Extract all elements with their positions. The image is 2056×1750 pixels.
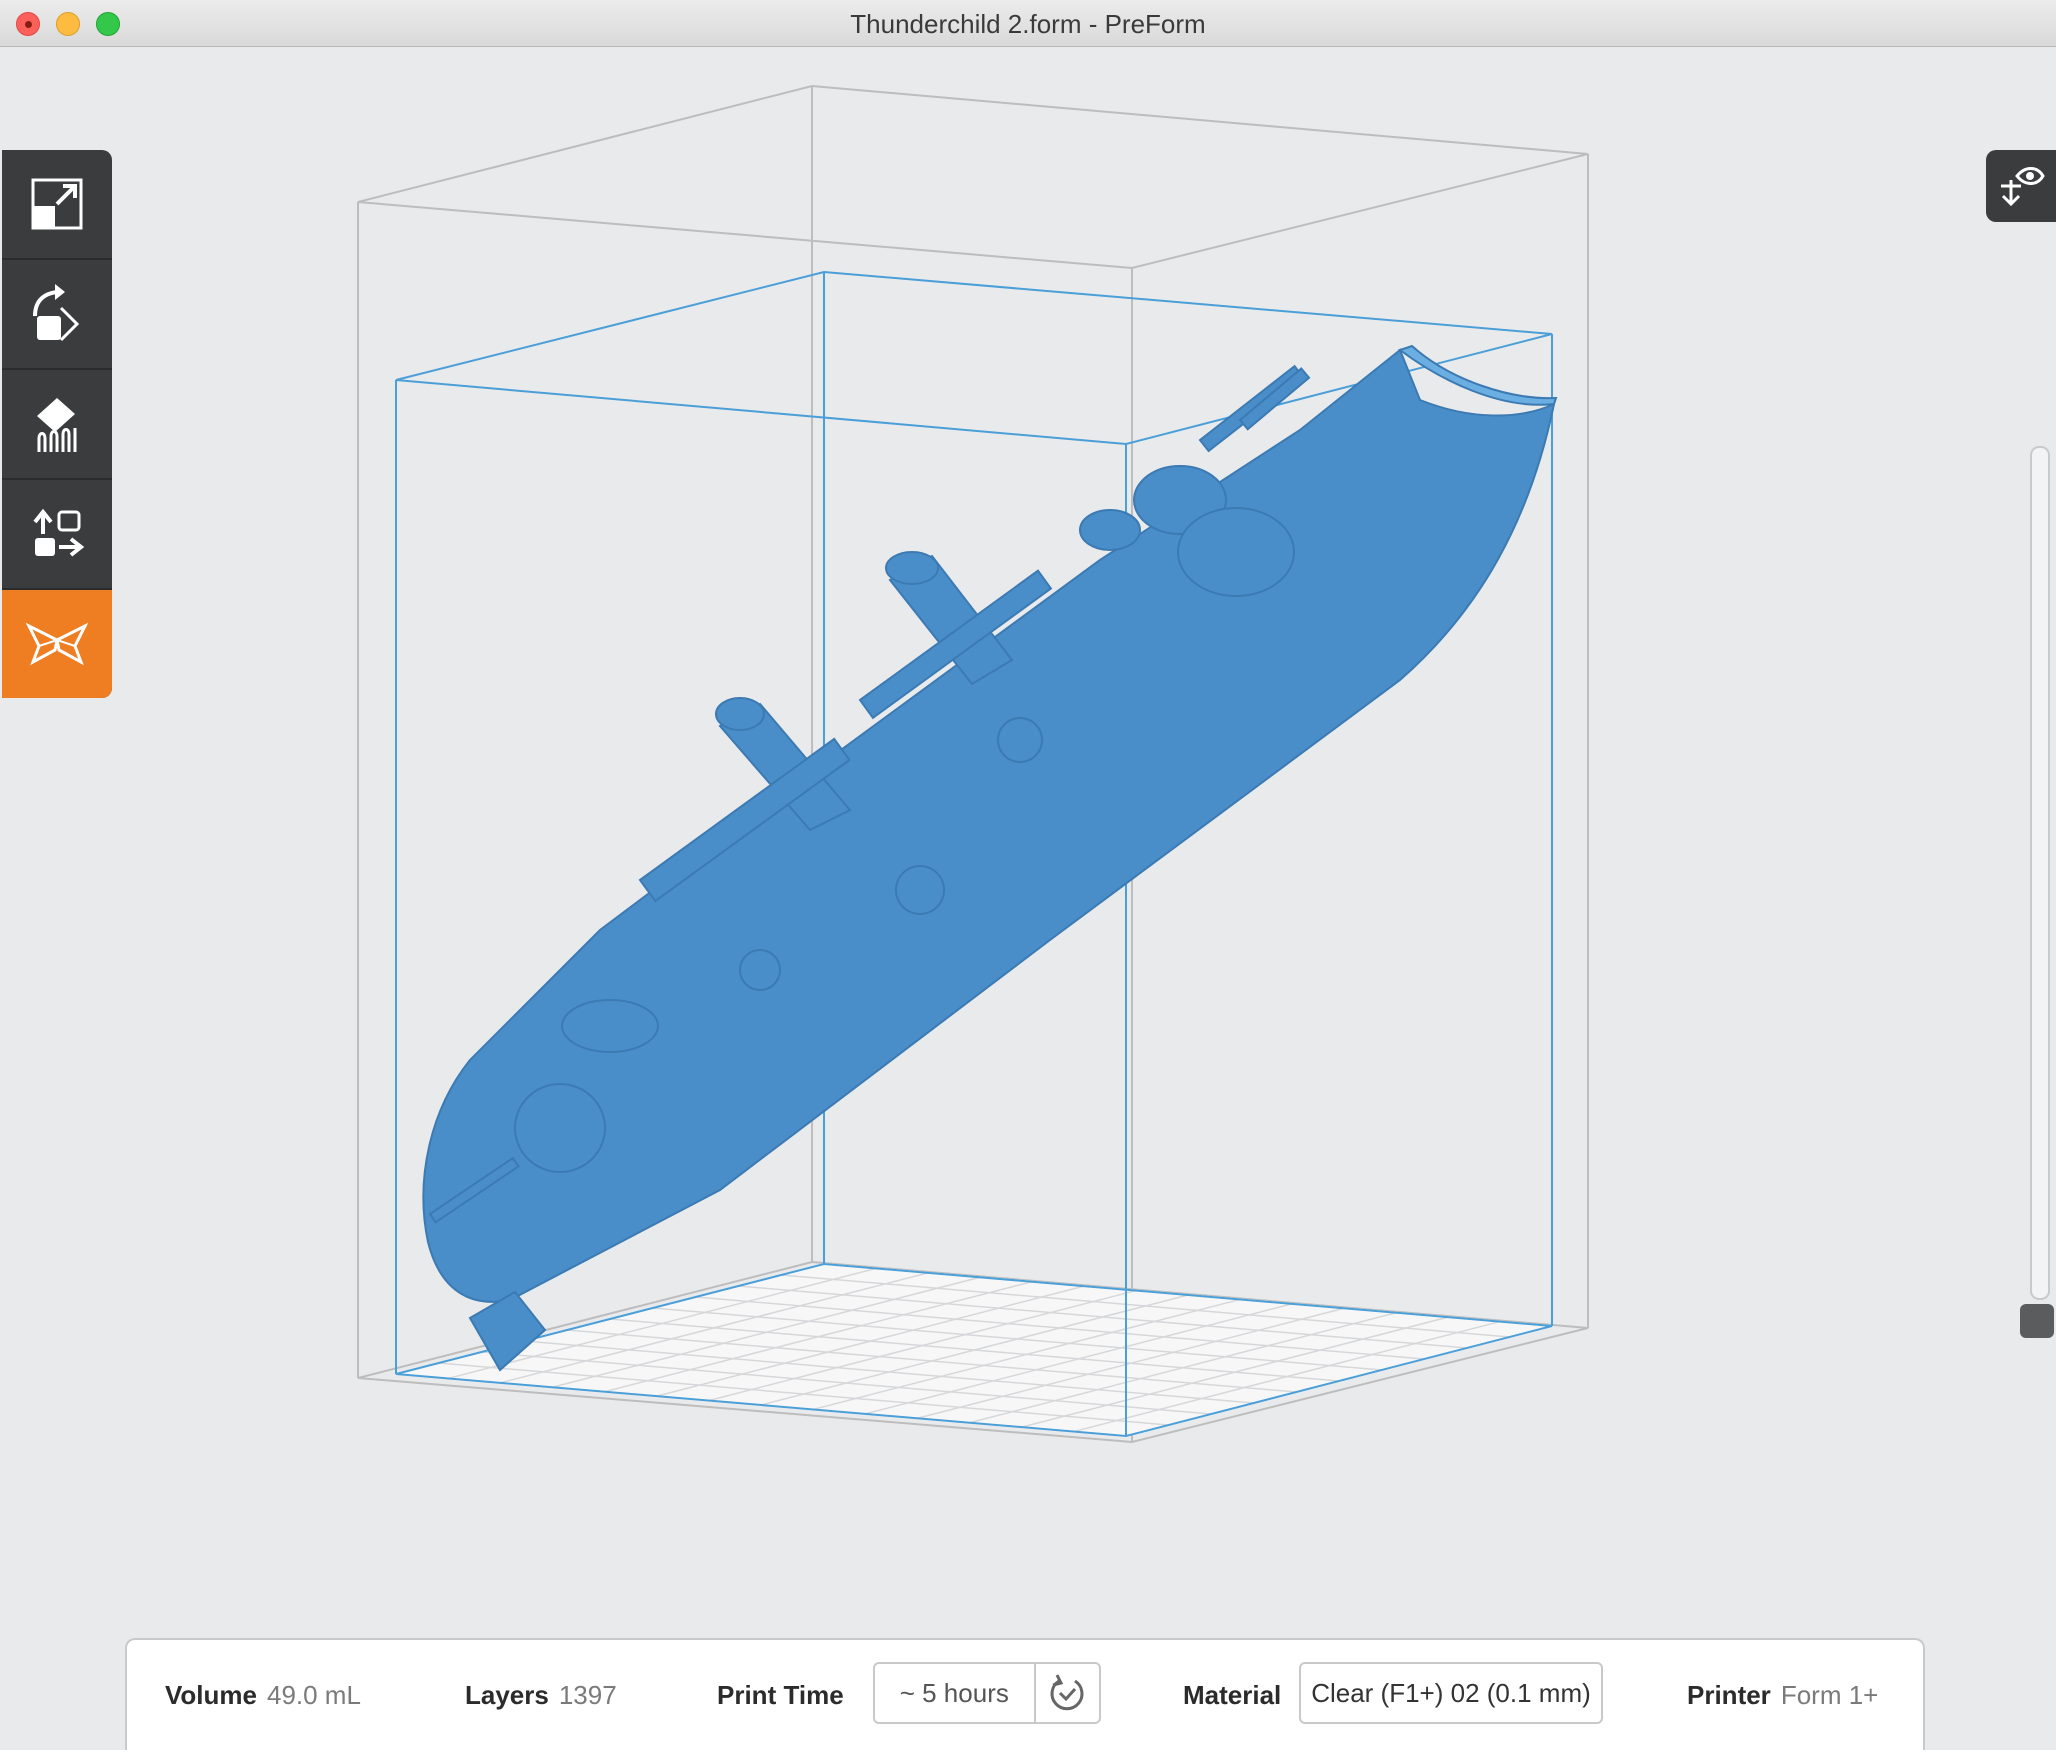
print-time-value: ~ 5 hours	[899, 1677, 1009, 1708]
volume-label: Volume	[165, 1680, 257, 1710]
supports-icon	[37, 398, 77, 452]
print-time-label-wrap: Print Time	[717, 1680, 844, 1711]
refresh-check-icon	[1050, 1674, 1084, 1711]
printer-label: Printer	[1687, 1680, 1771, 1710]
material-select[interactable]: Clear (F1+) 02 (0.1 mm)	[1299, 1662, 1603, 1724]
scale-icon	[31, 178, 83, 230]
status-bar: Volume 49.0 mL Layers 1397 Print Time ~ 5 …	[125, 1638, 1925, 1750]
build-volume-viewport[interactable]	[0, 46, 2056, 1636]
eye-view-icon	[2001, 167, 2045, 207]
window-title: Thunderchild 2.form - PreForm	[850, 9, 1206, 39]
layer-slider-track[interactable]	[2030, 446, 2050, 1300]
layers-value: 1397	[558, 1680, 617, 1710]
main-toolbar	[2, 150, 112, 698]
rotate-icon	[33, 284, 80, 342]
print-grid	[395, 1262, 1553, 1438]
layout-tool-button[interactable]	[2, 480, 112, 590]
formlabs-butterfly-icon	[25, 622, 89, 666]
refresh-estimate-button[interactable]	[1033, 1664, 1099, 1722]
layers-stat: Layers 1397	[465, 1680, 617, 1711]
title-bar: Thunderchild 2.form - PreForm	[0, 0, 2056, 47]
view-toggle-button[interactable]	[1986, 150, 2056, 222]
layout-icon	[33, 508, 85, 557]
layer-slider-handle[interactable]	[2020, 1304, 2054, 1338]
material-label: Material	[1183, 1680, 1282, 1710]
layers-label: Layers	[465, 1680, 549, 1710]
print-time-box: ~ 5 hours	[873, 1662, 1101, 1724]
material-label-wrap: Material	[1183, 1680, 1281, 1711]
printer-stat: Printer Form 1+	[1687, 1680, 1878, 1711]
orient-tool-button[interactable]	[2, 260, 112, 370]
volume-stat: Volume 49.0 mL	[165, 1680, 361, 1711]
supports-tool-button[interactable]	[2, 370, 112, 480]
print-button[interactable]	[2, 590, 112, 698]
printer-value: Form 1+	[1780, 1680, 1879, 1710]
scale-tool-button[interactable]	[2, 150, 112, 260]
print-time-label: Print Time	[717, 1680, 844, 1710]
ship-model	[422, 344, 1558, 1372]
volume-value: 49.0 mL	[266, 1680, 361, 1710]
